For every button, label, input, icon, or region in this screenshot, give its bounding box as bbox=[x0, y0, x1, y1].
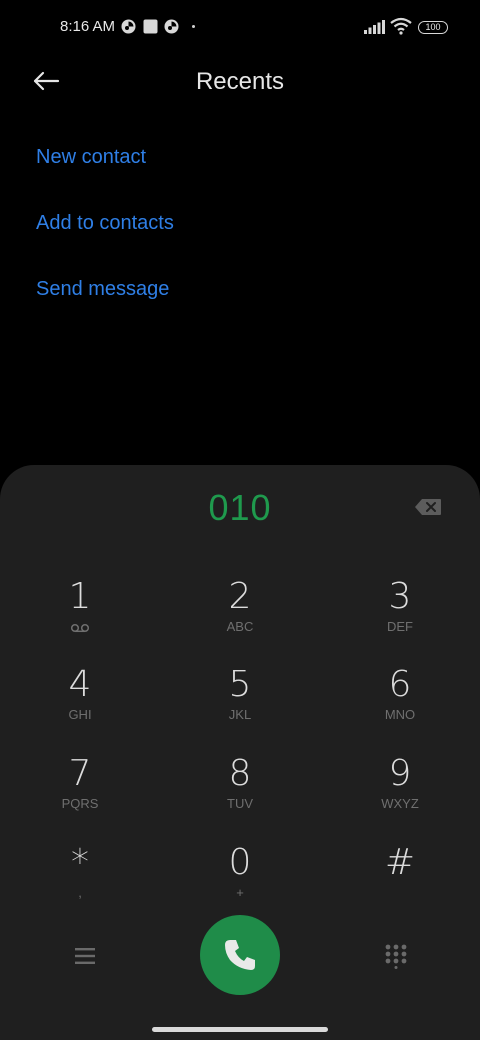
key-digit: * bbox=[71, 842, 89, 883]
menu-icon bbox=[75, 948, 95, 964]
key-letters: JKL bbox=[228, 707, 252, 722]
key-digit: 0 bbox=[228, 842, 252, 883]
key-letters: TUV bbox=[227, 796, 253, 811]
key-3[interactable]: 3 DEF bbox=[320, 577, 480, 657]
dialed-number: 010 bbox=[208, 487, 272, 528]
dialer-actions bbox=[0, 915, 480, 995]
key-star[interactable]: * , bbox=[0, 843, 160, 923]
app-notification-icon bbox=[164, 19, 179, 39]
dot-icon bbox=[192, 25, 195, 28]
key-digit: 4 bbox=[68, 664, 92, 705]
dialpad-icon bbox=[385, 944, 407, 969]
menu-button[interactable] bbox=[70, 944, 100, 968]
dialpad-toggle-button[interactable] bbox=[384, 943, 408, 969]
key-digit: 2 bbox=[228, 576, 252, 617]
status-bar: 8:16 AM 100 bbox=[0, 0, 480, 56]
dialpad-sheet: 010 1 2 ABC 3 DEF 4 GHI 5 JKL 6 MNO 7 PQ… bbox=[0, 465, 480, 1040]
key-4[interactable]: 4 GHI bbox=[0, 665, 160, 745]
voicemail-icon bbox=[70, 623, 90, 633]
key-digit: 7 bbox=[68, 753, 92, 794]
dialer-screen: 8:16 AM 100 Recents New contact Add to c… bbox=[0, 0, 480, 1040]
send-message-option[interactable]: Send message bbox=[36, 278, 169, 301]
app-notification-icon bbox=[121, 19, 136, 39]
key-2[interactable]: 2 ABC bbox=[160, 577, 320, 657]
key-letters: + bbox=[236, 885, 244, 900]
key-7[interactable]: 7 PQRS bbox=[0, 754, 160, 834]
add-to-contacts-option[interactable]: Add to contacts bbox=[36, 212, 174, 235]
key-letters: DEF bbox=[387, 619, 413, 634]
key-9[interactable]: 9 WXYZ bbox=[320, 754, 480, 834]
backspace-icon bbox=[415, 499, 441, 515]
key-digit: 6 bbox=[388, 664, 412, 705]
wifi-icon bbox=[390, 17, 412, 40]
key-5[interactable]: 5 JKL bbox=[160, 665, 320, 745]
key-digit: 1 bbox=[68, 576, 92, 617]
key-6[interactable]: 6 MNO bbox=[320, 665, 480, 745]
status-time: 8:16 AM bbox=[60, 18, 116, 35]
key-digit: 8 bbox=[228, 753, 252, 794]
key-letters: WXYZ bbox=[381, 796, 419, 811]
header: Recents bbox=[0, 56, 480, 108]
key-letters: PQRS bbox=[61, 796, 99, 811]
key-digit: 3 bbox=[388, 576, 412, 617]
battery-icon: 100 bbox=[418, 21, 448, 34]
square-notification-icon bbox=[143, 19, 158, 39]
home-indicator[interactable] bbox=[152, 1027, 328, 1032]
key-letters: GHI bbox=[68, 707, 92, 722]
key-digit: # bbox=[384, 842, 416, 883]
key-letters: , bbox=[78, 885, 82, 900]
key-8[interactable]: 8 TUV bbox=[160, 754, 320, 834]
signal-icon bbox=[364, 20, 386, 39]
call-button[interactable] bbox=[200, 915, 280, 995]
key-digit: 5 bbox=[228, 664, 252, 705]
key-0[interactable]: 0 + bbox=[160, 843, 320, 923]
new-contact-option[interactable]: New contact bbox=[36, 146, 146, 169]
key-1[interactable]: 1 bbox=[0, 577, 160, 657]
key-digit: 9 bbox=[388, 753, 412, 794]
key-hash[interactable]: # bbox=[320, 843, 480, 923]
key-letters: ABC bbox=[226, 619, 254, 634]
page-title: Recents bbox=[195, 68, 285, 95]
key-letters: MNO bbox=[384, 707, 416, 722]
backspace-button[interactable] bbox=[414, 498, 442, 516]
phone-icon bbox=[225, 940, 255, 970]
